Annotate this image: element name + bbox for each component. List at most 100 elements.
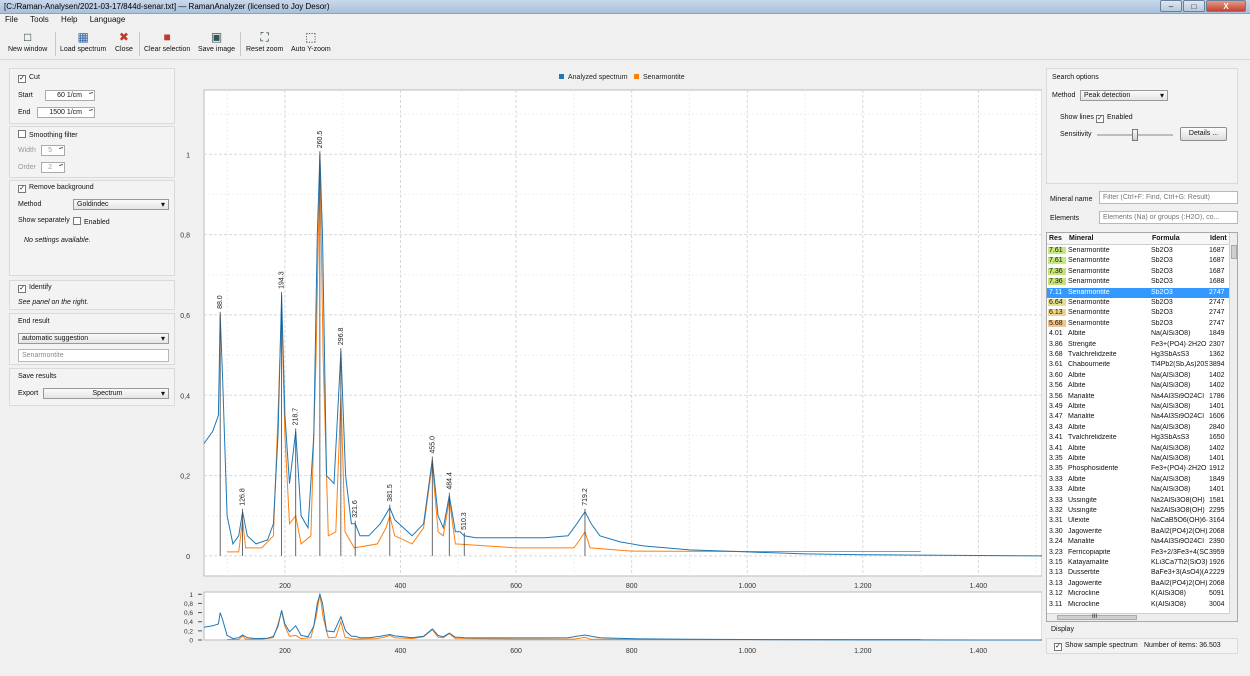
menu-tools[interactable]: Tools — [25, 14, 54, 24]
header-formula[interactable]: Formula — [1152, 235, 1180, 242]
row-ident: 1402 — [1209, 444, 1225, 452]
table-row[interactable]: 3.35 Phosphosiderite Fe3+(PO4)·2H2O 1912 — [1047, 464, 1230, 474]
table-row[interactable]: 3.24 Marialite Na4Al3Si9O24Cl 2390 — [1047, 537, 1230, 547]
table-row[interactable]: 3.56 Albite Na(AlSi3O8) 1402 — [1047, 381, 1230, 391]
table-row[interactable]: 4.01 Albite Na(AlSi3O8) 1849 — [1047, 329, 1230, 339]
menu-file[interactable]: File — [0, 14, 23, 24]
table-row[interactable]: 3.12 Microcline K(AlSi3O8) 5091 — [1047, 589, 1230, 599]
row-ident: 1402 — [1209, 371, 1225, 379]
table-row[interactable]: 3.13 Dussertite BaFe3+3(AsO4)(As 2229 — [1047, 568, 1230, 578]
scrollbar-thumb[interactable] — [1231, 245, 1237, 259]
row-ident: 2229 — [1209, 569, 1225, 577]
close-window-button[interactable]: X — [1206, 0, 1246, 12]
elements-input[interactable] — [1099, 211, 1238, 224]
table-row[interactable]: 7.11 Senarmontite Sb2O3 2747 — [1047, 287, 1230, 298]
row-ident: 5091 — [1209, 590, 1225, 598]
menu-help[interactable]: Help — [56, 14, 82, 24]
checkbox-icon — [18, 130, 26, 138]
start-spinbox[interactable]: 60 1/cm — [45, 90, 95, 101]
table-row[interactable]: 3.31 Ulexite NaCaB5O6(OH)6·5 3164 — [1047, 516, 1230, 526]
slider-handle[interactable] — [1132, 129, 1138, 141]
table-row[interactable]: 7.61 Senarmontite Sb2O3 1687 — [1047, 256, 1230, 266]
table-row[interactable]: 3.41 Albite Na(AlSi3O8) 1402 — [1047, 444, 1230, 454]
table-row[interactable]: 3.41 Tvalchrelidzeite Hg3SbAsS3 1650 — [1047, 433, 1230, 443]
row-formula: Na4Al3Si9O24Cl — [1151, 392, 1204, 400]
table-row[interactable]: 3.23 Ferricopiapite Fe3+2/3Fe3+4(SO4)3959 — [1047, 548, 1230, 558]
menu-language[interactable]: Language — [85, 14, 131, 24]
identify-checkbox[interactable]: ✓ Identify — [18, 284, 52, 293]
table-row[interactable]: 3.60 Albite Na(AlSi3O8) 1402 — [1047, 371, 1230, 381]
smoothing-checkbox[interactable]: Smoothing filter — [18, 130, 78, 139]
row-ident: 1849 — [1209, 330, 1225, 338]
auto-y-zoom-button[interactable]: ⬚ Auto Y-zoom — [291, 30, 331, 53]
show-separately-checkbox[interactable]: Enabled — [73, 217, 110, 226]
close-button[interactable]: ✖ Close — [115, 30, 133, 53]
show-sample-checkbox[interactable]: ✓ Show sample spectrum — [1054, 642, 1138, 651]
spectrum-chart-svg[interactable]: Analyzed spectrum Senarmontite 200 400 600 80… — [176, 68, 1043, 668]
table-row[interactable]: 7.36 Senarmontite Sb2O3 1688 — [1047, 277, 1230, 287]
row-ident: 1401 — [1209, 403, 1225, 410]
sensitivity-slider[interactable] — [1097, 129, 1173, 141]
show-lines-checkbox[interactable]: ✓ Enabled — [1096, 114, 1133, 123]
table-row[interactable]: 3.49 Albite Na(AlSi3O8) 1401 — [1047, 402, 1230, 412]
row-score: 3.23 — [1049, 548, 1063, 556]
table-row[interactable]: 6.64 Senarmontite Sb2O3 2747 — [1047, 298, 1230, 308]
clear-selection-button[interactable]: ■ Clear selection — [144, 30, 190, 53]
header-res[interactable]: Res — [1049, 235, 1062, 242]
row-score: 7.36 — [1048, 278, 1066, 286]
end-result-field[interactable]: Senarmontite — [18, 349, 169, 362]
table-row[interactable]: 3.35 Albite Na(AlSi3O8) 1401 — [1047, 454, 1230, 464]
width-spinbox[interactable]: 5 — [41, 145, 65, 156]
cut-checkbox[interactable]: ✓ Cut — [18, 74, 40, 83]
end-result-select[interactable]: automatic suggestion — [18, 333, 169, 344]
show-lines-label: Show lines — [1060, 114, 1094, 121]
table-row[interactable]: 3.33 Albite Na(AlSi3O8) 1401 — [1047, 485, 1230, 495]
checkbox-icon: ✓ — [18, 285, 26, 293]
maximize-button[interactable]: □ — [1183, 0, 1205, 12]
table-row[interactable]: 3.86 Strengite Fe3+(PO4)·2H2O 2307 — [1047, 340, 1230, 350]
table-row[interactable]: 3.15 Katayamalite KLi3Ca7Ti2(SiO3)121926 — [1047, 558, 1230, 568]
order-spinbox[interactable]: 2 — [41, 162, 65, 173]
show-separately-label: Show separately — [18, 217, 70, 224]
table-row[interactable]: 6.13 Senarmontite Sb2O3 2747 — [1047, 308, 1230, 318]
load-spectrum-button[interactable]: ▦ Load spectrum — [60, 30, 106, 53]
table-row[interactable]: 3.68 Tvalchrelidzeite Hg3SbAsS3 1362 — [1047, 350, 1230, 360]
row-ident: 1581 — [1209, 496, 1225, 504]
minimize-button[interactable]: – — [1160, 0, 1182, 12]
save-image-button[interactable]: ▣ Save image — [198, 30, 235, 53]
table-row[interactable]: 5.68 Senarmontite Sb2O3 2747 — [1047, 319, 1230, 329]
table-horizontal-scrollbar[interactable]: III — [1047, 613, 1230, 621]
table-row[interactable]: 3.33 Ussingite Na2AlSi3O8(OH) 1581 — [1047, 496, 1230, 506]
reset-zoom-button[interactable]: ⛶ Reset zoom — [246, 30, 283, 53]
table-row[interactable]: 7.36 Senarmontite Sb2O3 1687 — [1047, 267, 1230, 277]
toolbar: □ New window ▦ Load spectrum ✖ Close ■ C… — [0, 28, 1250, 60]
end-spinbox[interactable]: 1500 1/cm — [37, 107, 95, 118]
details-button[interactable]: Details ... — [1180, 127, 1227, 141]
table-row[interactable]: 3.32 Ussingite Na2AlSi3O8(OH) 2295 — [1047, 506, 1230, 516]
table-row[interactable]: 3.33 Albite Na(AlSi3O8) 1849 — [1047, 475, 1230, 485]
table-row[interactable]: 3.13 Jagowerite BaAl2(PO4)2(OH)2 2068 — [1047, 579, 1230, 589]
table-row[interactable]: 3.61 Chabourneite Tl4Pb2(Sb,As)20S343894 — [1047, 360, 1230, 370]
table-vertical-scrollbar[interactable] — [1229, 233, 1237, 621]
row-score: 3.41 — [1049, 434, 1063, 442]
table-row[interactable]: 3.47 Marialite Na4Al3Si9O24Cl 1606 — [1047, 412, 1230, 422]
remove-background-checkbox[interactable]: ✓ Remove background — [18, 184, 94, 193]
row-ident: 2840 — [1209, 423, 1225, 431]
header-mineral[interactable]: Mineral — [1069, 235, 1094, 242]
title-bar: [C:/Raman-Analysen/2021-03-17/844d-senar… — [0, 0, 1250, 14]
table-row[interactable]: 7.61 Senarmontite Sb2O3 1687 — [1047, 246, 1230, 256]
background-method-select[interactable]: Goldindec — [73, 199, 169, 210]
search-method-select[interactable]: Peak detection — [1080, 90, 1168, 101]
export-select[interactable]: Spectrum — [43, 388, 169, 399]
table-row[interactable]: 3.43 Albite Na(AlSi3O8) 2840 — [1047, 423, 1230, 433]
table-row[interactable]: 3.30 Jagowerite BaAl2(PO4)2(OH)2 2068 — [1047, 527, 1230, 537]
row-mineral: Albite — [1068, 330, 1086, 338]
header-ident[interactable]: Ident — [1210, 235, 1227, 242]
mineral-name-input[interactable] — [1099, 191, 1238, 204]
results-table[interactable]: Res Mineral Formula Ident 7.61 Senarmonti… — [1046, 232, 1238, 622]
table-row[interactable]: 3.11 Microcline K(AlSi3O8) 3004 — [1047, 600, 1230, 610]
spectrum-chart[interactable]: Analyzed spectrum Senarmontite 200 400 600 80… — [176, 68, 1043, 668]
row-ident: 1362 — [1209, 351, 1225, 358]
new-window-button[interactable]: □ New window — [8, 30, 47, 53]
table-row[interactable]: 3.56 Marialite Na4Al3Si9O24Cl 1786 — [1047, 392, 1230, 402]
